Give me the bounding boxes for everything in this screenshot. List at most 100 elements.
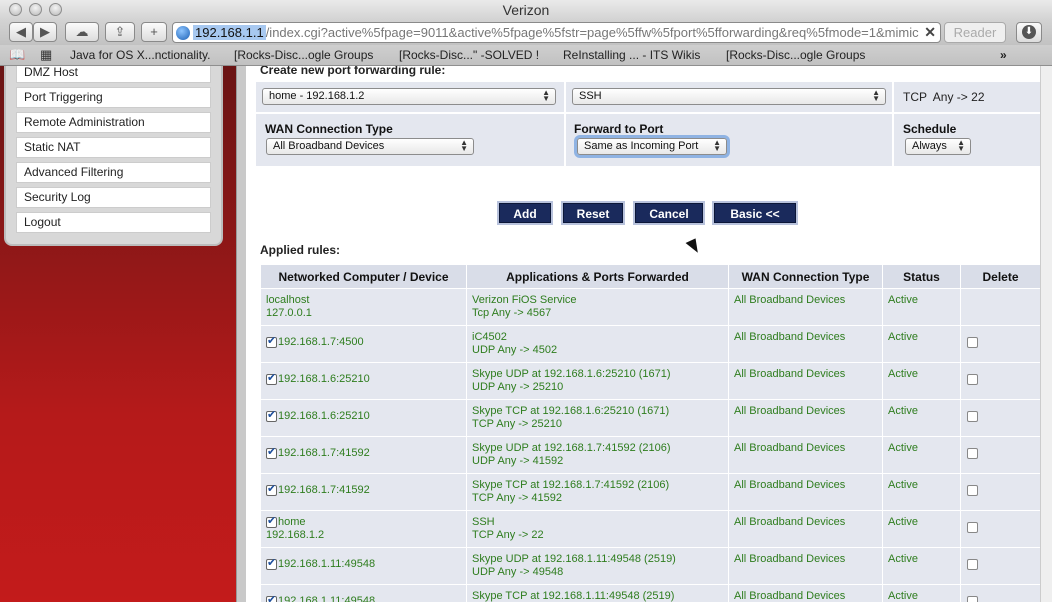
url-text: 192.168.1.1/index.cgi?active%5fpage=9011… — [193, 23, 919, 42]
add-button[interactable]: Add — [499, 203, 551, 223]
device-name[interactable]: 192.168.1.6:25210 — [278, 373, 370, 385]
share-icon[interactable]: ⇪ — [105, 22, 135, 42]
status-text: Active — [888, 442, 918, 454]
delete-checkbox[interactable] — [967, 596, 978, 602]
bookmark-item[interactable]: [Rocks-Disc...ogle Groups — [726, 48, 865, 62]
wan-type-cell: All Broadband Devices — [728, 547, 883, 585]
wan-select[interactable]: All Broadband Devices ▲ ▼ — [266, 138, 474, 155]
device-name[interactable]: home — [278, 516, 306, 528]
device-name[interactable]: 192.168.1.7:41592 — [278, 447, 370, 459]
bookmark-item[interactable]: [Rocks-Disc..." -SOLVED ! — [399, 48, 539, 62]
status-text: Active — [888, 479, 918, 491]
cancel-button[interactable]: Cancel — [635, 203, 703, 223]
computer-select[interactable]: home - 192.168.1.2 ▲ ▼ — [262, 88, 556, 105]
delete-checkbox[interactable] — [967, 559, 978, 570]
application-name[interactable]: iC4502 — [472, 331, 507, 343]
wan-type-text: All Broadband Devices — [734, 590, 846, 602]
forward-icon[interactable]: ▶ — [33, 22, 57, 42]
bookmark-item[interactable]: [Rocks-Disc...ogle Groups — [234, 48, 373, 62]
device-name[interactable]: 192.168.1.11:49548 — [278, 558, 375, 570]
application-name[interactable]: Skype TCP at 192.168.1.6:25210 (1671) — [472, 405, 669, 417]
computer-cell: home - 192.168.1.2 ▲ ▼ — [256, 82, 564, 112]
schedule-select[interactable]: Always ▲ ▼ — [905, 138, 971, 155]
schedule-cell: Schedule Always ▲ ▼ — [894, 114, 1040, 166]
row-enable-checkbox[interactable] — [266, 594, 277, 602]
page: DMZ Host Port Triggering Remote Administ… — [0, 66, 1052, 602]
device-name[interactable]: 192.168.1.11:49548 — [278, 595, 375, 602]
application-name[interactable]: SSH — [472, 516, 495, 528]
ports-text: TCP Any -> 41592 — [472, 492, 562, 504]
sidebar-item-static-nat[interactable]: Static NAT — [16, 137, 211, 158]
reset-button[interactable]: Reset — [563, 203, 623, 223]
device-name[interactable]: 192.168.1.7:41592 — [278, 484, 370, 496]
wan-type-text: All Broadband Devices — [734, 294, 846, 306]
sidebar-item-advanced-filtering[interactable]: Advanced Filtering — [16, 162, 211, 183]
table-row: home192.168.1.2SSHTCP Any -> 22All Broad… — [260, 510, 1041, 548]
application-name[interactable]: Skype TCP at 192.168.1.11:49548 (2519) — [472, 590, 674, 602]
bookmark-item[interactable]: Java for OS X...nctionality. — [70, 48, 211, 62]
sidebar-item-logout[interactable]: Logout — [16, 212, 211, 233]
application-name[interactable]: Skype UDP at 192.168.1.6:25210 (1671) — [472, 368, 671, 380]
sidebar-item-port-triggering[interactable]: Port Triggering — [16, 87, 211, 108]
sidebar-item-remote-administration[interactable]: Remote Administration — [16, 112, 211, 133]
clear-url-icon[interactable]: ✕ — [924, 23, 936, 42]
application-name[interactable]: Verizon FiOS Service — [472, 294, 577, 306]
wan-type-text: All Broadband Devices — [734, 331, 846, 343]
device-name[interactable]: localhost — [266, 294, 309, 306]
application-name[interactable]: Skype UDP at 192.168.1.7:41592 (2106) — [472, 442, 671, 454]
row-enable-checkbox[interactable] — [266, 515, 277, 528]
wan-type-text: All Broadband Devices — [734, 368, 846, 380]
row-enable-checkbox[interactable] — [266, 446, 277, 459]
bookmarks-overflow-icon[interactable]: » — [1000, 48, 1007, 62]
application-cell: iC4502 UDP Any -> 4502 — [466, 325, 729, 363]
ports-text: TCP Any -> 25210 — [472, 418, 562, 430]
device-cell: home192.168.1.2 — [260, 510, 467, 548]
application-name[interactable]: Skype TCP at 192.168.1.7:41592 (2106) — [472, 479, 669, 491]
delete-checkbox[interactable] — [967, 522, 978, 533]
window-titlebar: Verizon — [0, 0, 1052, 20]
wan-type-text: All Broadband Devices — [734, 553, 846, 565]
application-name[interactable]: Skype UDP at 192.168.1.11:49548 (2519) — [472, 553, 676, 565]
mouse-cursor-icon — [685, 238, 702, 256]
service-cell: SSH ▲ ▼ — [566, 82, 892, 112]
row-enable-checkbox[interactable] — [266, 409, 277, 422]
downloads-icon[interactable]: ⬇ — [1016, 22, 1042, 43]
basic-button[interactable]: Basic << — [714, 203, 796, 223]
delete-cell — [960, 473, 1041, 511]
new-tab-icon[interactable]: + — [141, 22, 167, 42]
back-icon[interactable]: ◀ — [9, 22, 33, 42]
wan-type-cell: All Broadband Devices — [728, 288, 883, 326]
bookmark-item[interactable]: ReInstalling ... - ITS Wikis — [563, 48, 700, 62]
row-enable-checkbox[interactable] — [266, 557, 277, 570]
delete-checkbox[interactable] — [967, 448, 978, 459]
delete-checkbox[interactable] — [967, 485, 978, 496]
bookmarks-book-icon[interactable]: 📖 — [9, 47, 25, 63]
wan-type-text: All Broadband Devices — [734, 442, 846, 454]
page-scrollbar[interactable] — [1040, 66, 1052, 602]
top-sites-grid-icon[interactable]: ▦ — [40, 47, 52, 63]
device-name[interactable]: 192.168.1.6:25210 — [278, 410, 370, 422]
delete-cell — [960, 584, 1041, 602]
forward-port-select[interactable]: Same as Incoming Port ▲ ▼ — [577, 138, 727, 155]
protocol-text: TCP Any -> 22 — [903, 90, 985, 104]
delete-checkbox[interactable] — [967, 337, 978, 348]
sidebar-item-dmz-host[interactable]: DMZ Host — [16, 66, 211, 83]
delete-cell — [960, 399, 1041, 437]
device-name[interactable]: 192.168.1.7:4500 — [278, 336, 364, 348]
wan-type-cell: All Broadband Devices — [728, 362, 883, 400]
wan-type-cell: All Broadband Devices — [728, 510, 883, 548]
row-enable-checkbox[interactable] — [266, 335, 277, 348]
row-enable-checkbox[interactable] — [266, 483, 277, 496]
browser-toolbar: ◀ ▶ ☁ ⇪ + 192.168.1.1/index.cgi?active%5… — [0, 20, 1052, 45]
service-select[interactable]: SSH ▲ ▼ — [572, 88, 886, 105]
url-field[interactable]: 192.168.1.1/index.cgi?active%5fpage=9011… — [172, 22, 941, 43]
device-cell: 192.168.1.11:49548 — [260, 584, 467, 602]
wan-type-cell: All Broadband Devices — [728, 325, 883, 363]
status-cell: Active — [882, 325, 961, 363]
sidebar-item-security-log[interactable]: Security Log — [16, 187, 211, 208]
delete-checkbox[interactable] — [967, 411, 978, 422]
reader-button[interactable]: Reader — [944, 22, 1006, 43]
delete-checkbox[interactable] — [967, 374, 978, 385]
icloud-tabs-icon[interactable]: ☁ — [65, 22, 99, 42]
row-enable-checkbox[interactable] — [266, 372, 277, 385]
